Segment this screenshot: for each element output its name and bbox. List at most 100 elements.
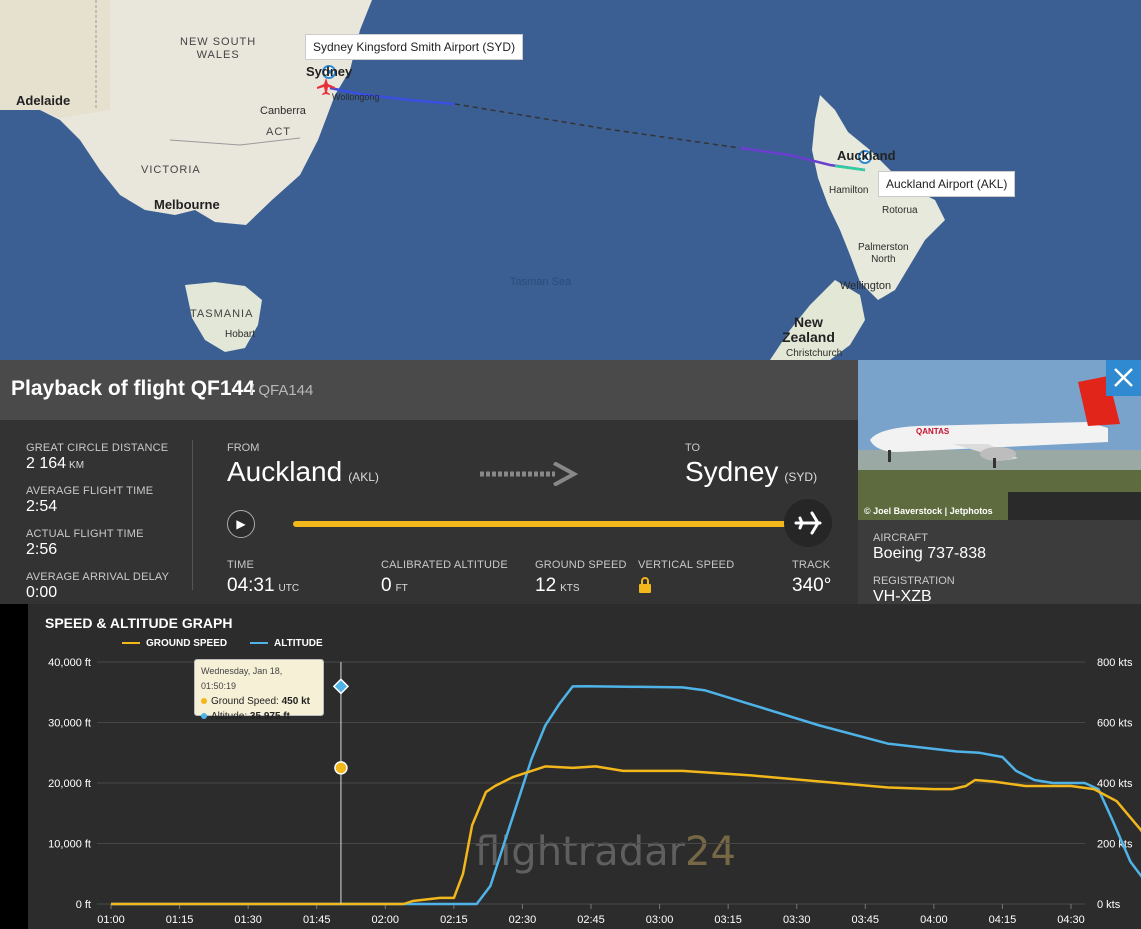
map-view[interactable]: NEW SOUTH WALES Adelaide Sydney Wollongo… [0, 0, 1141, 360]
syd-airport-popup[interactable]: Sydney Kingsford Smith Airport (SYD) [305, 34, 524, 60]
aircraft-type-label: AIRCRAFT [873, 532, 928, 544]
y-right-tick-label: 600 kts [1097, 718, 1133, 730]
tooltip-gs-label: Ground Speed: [211, 696, 279, 707]
tooltip-alt-value: 35 975 ft [249, 711, 290, 722]
vertical-speed-label: VERTICAL SPEED [638, 559, 735, 571]
ground-speed-unit: KTS [560, 583, 580, 594]
gcd-label: GREAT CIRCLE DISTANCE [26, 442, 169, 454]
aircraft-photo-art: QANTAS [858, 360, 1141, 520]
aircraft-type-value: Boeing 737-838 [873, 545, 986, 562]
y-left-tick-label: 20,000 ft [48, 778, 91, 790]
gcd-value: 2 164 KM [26, 455, 84, 473]
from-label: FROM [227, 442, 260, 454]
x-tick-label: 04:30 [1057, 914, 1085, 926]
x-tick-label: 03:15 [714, 914, 742, 926]
page-subtitle: / QFA144 [250, 382, 314, 399]
nz-north-island [812, 95, 945, 300]
x-tick-label: 01:30 [234, 914, 262, 926]
y-left-tick-label: 30,000 ft [48, 718, 91, 730]
tooltip-gs-row: Ground Speed: 450 kt [201, 694, 317, 709]
panel-divider [192, 440, 193, 590]
play-button[interactable]: ▶ [227, 510, 255, 538]
close-button[interactable] [1106, 360, 1141, 396]
route-arrow-icon [480, 462, 578, 486]
track-value: 340° [792, 575, 832, 596]
y-right-tick-label: 200 kts [1097, 839, 1133, 851]
map-label-christchurch: Christchurch [786, 348, 843, 359]
close-icon [1114, 368, 1133, 387]
tooltip-alt-dot [201, 713, 207, 720]
gcd-number: 2 164 [26, 455, 67, 472]
map-label-hobart: Hobart [225, 329, 256, 340]
y-left-tick-label: 40,000 ft [48, 657, 91, 669]
lock-icon[interactable] [638, 577, 652, 594]
gcd-unit: KM [69, 460, 85, 471]
svg-text:QANTAS: QANTAS [916, 427, 950, 436]
y-right-tick-label: 0 kts [1097, 899, 1121, 911]
ground-speed-number: 12 [535, 575, 557, 596]
altitude-label: CALIBRATED ALTITUDE [381, 559, 508, 571]
map-label-auckland: Auckland [837, 148, 896, 163]
x-tick-label: 03:45 [852, 914, 880, 926]
x-tick-label: 01:45 [303, 914, 331, 926]
ground-speed-series-line [111, 765, 1141, 906]
aft-value: 2:54 [26, 498, 58, 515]
from-city-name: Auckland [227, 456, 343, 487]
plane-icon [794, 511, 822, 535]
x-tick-label: 01:00 [97, 914, 125, 926]
map-label-rotorua: Rotorua [882, 205, 918, 216]
x-tick-label: 02:45 [577, 914, 605, 926]
x-tick-label: 04:00 [920, 914, 948, 926]
playback-header: Playback of flight QF144 / QFA144 [0, 360, 858, 420]
map-label-sydney: Sydney [306, 64, 353, 79]
page-title: Playback of flight QF144 [11, 377, 255, 400]
tooltip-gs-value: 450 kt [281, 696, 310, 707]
map-label-wollongong: Wollongong [332, 92, 380, 102]
act-value: 2:56 [26, 541, 58, 558]
chart-svg[interactable]: 0 ft 10,000 ft 20,000 ft 30,000 ft 40,000 ft… [0, 604, 1141, 929]
aad-value: 0:00 [26, 584, 58, 601]
to-city: Sydney (SYD) [685, 456, 817, 488]
altitude-unit: FT [395, 583, 408, 594]
y-right-tick-label: 400 kts [1097, 778, 1133, 790]
registration-label: REGISTRATION [873, 575, 955, 587]
x-tick-label: 03:30 [783, 914, 811, 926]
aft-label: AVERAGE FLIGHT TIME [26, 485, 154, 497]
ground-speed-marker [334, 761, 348, 775]
altitude-number: 0 [381, 575, 392, 596]
ground-speed-label: GROUND SPEED [535, 559, 627, 571]
map-label-tasman-sea: Tasman Sea [510, 276, 572, 288]
akl-airport-popup[interactable]: Auckland Airport (AKL) [878, 171, 1016, 197]
map-label-tasmania: TASMANIA [190, 308, 254, 320]
x-tick-label: 01:15 [166, 914, 194, 926]
altitude-value: 0 FT [381, 575, 408, 597]
time-label: TIME [227, 559, 255, 571]
flight-track-estimated [454, 103, 741, 149]
time-unit: UTC [278, 583, 300, 594]
to-label: TO [685, 442, 701, 454]
plane-scrubber[interactable] [784, 499, 832, 547]
map-label-adelaide: Adelaide [16, 93, 71, 108]
from-code: (AKL) [348, 470, 379, 484]
y-left-tick-label: 10,000 ft [48, 839, 91, 851]
map-label-melbourne: Melbourne [154, 197, 220, 212]
tooltip-date: Wednesday, Jan 18, 01:50:19 [201, 666, 283, 691]
flight-playback-page: NEW SOUTH WALES Adelaide Sydney Wollongo… [0, 0, 1141, 929]
map-label-wellington: Wellington [840, 280, 892, 292]
aircraft-photo[interactable]: QANTAS © Joel Baverstock | Jetphotos [858, 360, 1141, 520]
map-label-nsw: NEW SOUTH WALES [180, 36, 257, 61]
playback-progress-bar[interactable] [293, 521, 793, 527]
map-label-hamilton: Hamilton [829, 185, 869, 196]
x-tick-label: 04:15 [989, 914, 1017, 926]
map-label-palmerston-north: Palmerston North [858, 242, 909, 265]
photo-credit: © Joel Baverstock | Jetphotos [864, 506, 993, 516]
flight-info-panel: GREAT CIRCLE DISTANCE 2 164 KM AVERAGE FL… [0, 420, 858, 604]
map-label-new-zealand: New Zealand [782, 314, 835, 345]
act-label: ACTUAL FLIGHT TIME [26, 528, 144, 540]
from-city: Auckland (AKL) [227, 456, 379, 488]
tooltip-alt-label: Altitude: [211, 711, 248, 722]
map-label-act: ACT [266, 126, 291, 138]
y-left-tick-label: 0 ft [76, 899, 91, 911]
speed-altitude-graph: SPEED & ALTITUDE GRAPH GROUND SPEED ALTI… [0, 604, 1141, 929]
x-tick-label: 02:15 [440, 914, 468, 926]
